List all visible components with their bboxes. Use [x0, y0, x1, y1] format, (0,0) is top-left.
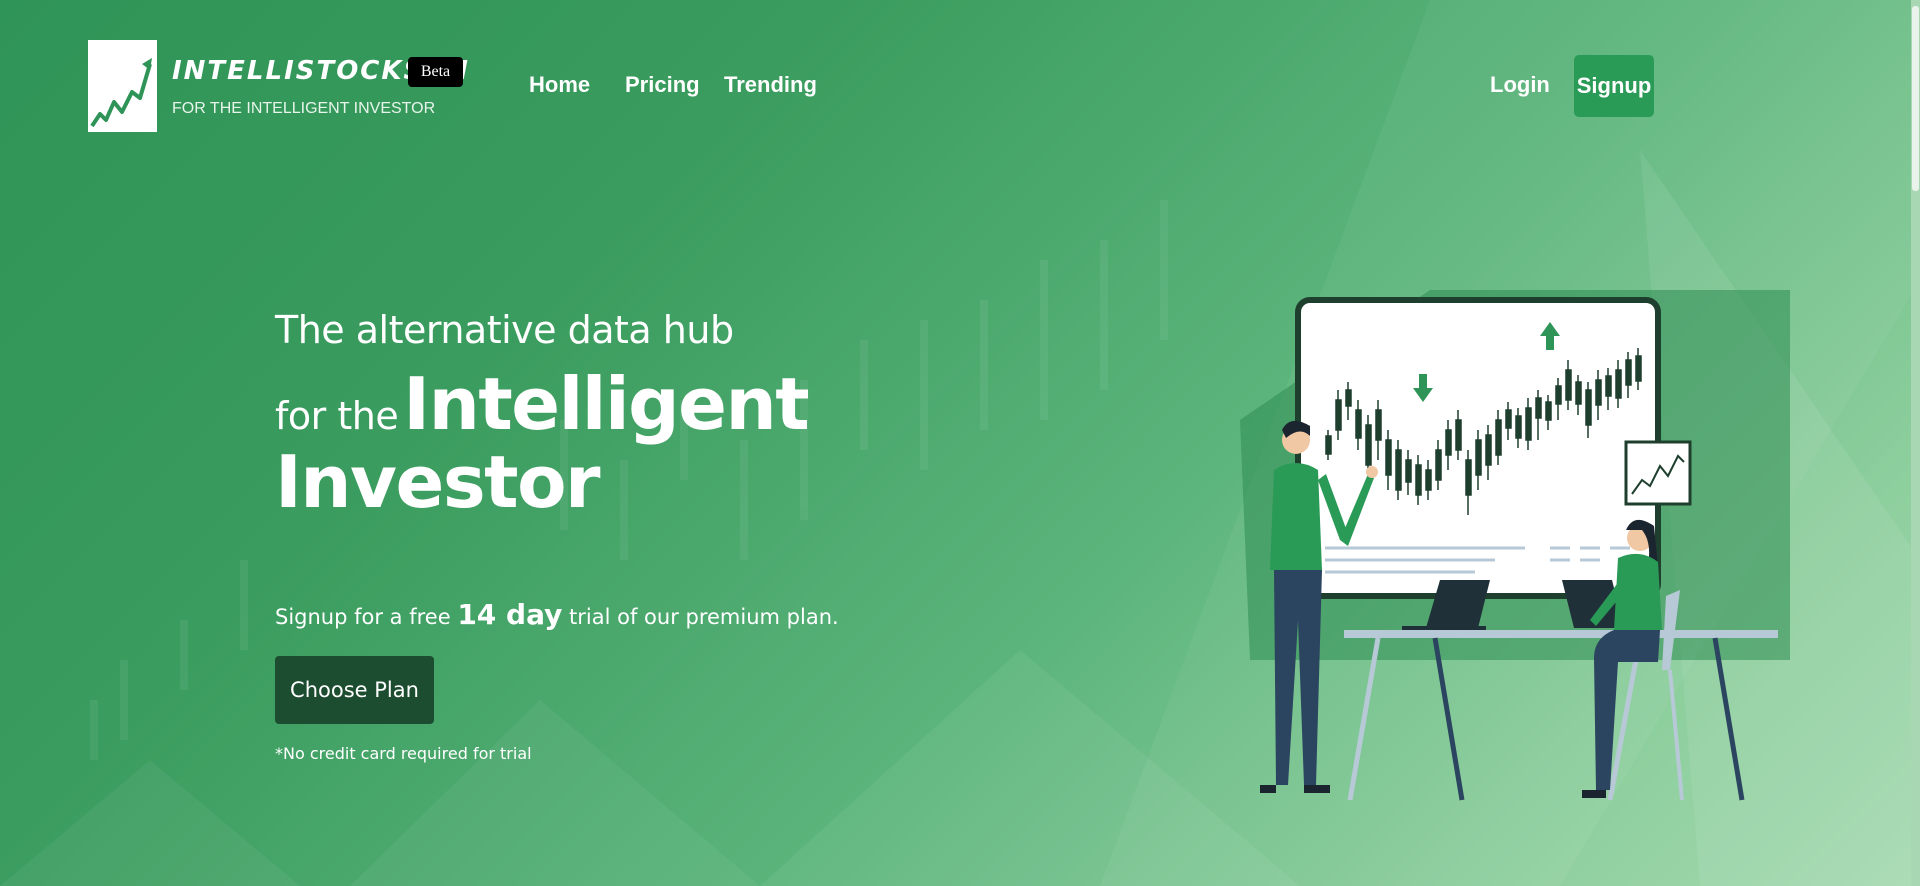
- nav-pricing[interactable]: Pricing: [625, 72, 700, 98]
- trial-prefix: Signup for a free: [275, 605, 451, 629]
- scrollbar-thumb[interactable]: [1912, 6, 1919, 191]
- choose-plan-button[interactable]: Choose Plan: [275, 656, 434, 724]
- nav-home[interactable]: Home: [529, 72, 590, 98]
- hero-heading-line2: for the Intelligent: [275, 362, 810, 446]
- trial-suffix: trial of our premium plan.: [569, 605, 839, 629]
- beta-badge: Beta: [408, 57, 463, 87]
- desk-top: [1344, 630, 1778, 638]
- hero-heading-line1: The alternative data hub: [275, 308, 734, 352]
- trial-note: *No credit card required for trial: [275, 744, 532, 763]
- hero-heading-highlight: Intelligent: [403, 362, 809, 446]
- brand-tagline: FOR THE INTELLIGENT INVESTOR: [172, 100, 436, 117]
- mini-chart-frame: [1624, 440, 1692, 506]
- signup-button[interactable]: Signup: [1574, 55, 1654, 117]
- login-link[interactable]: Login: [1490, 72, 1550, 98]
- logo[interactable]: [88, 40, 157, 132]
- nav-trending[interactable]: Trending: [724, 72, 817, 98]
- hero-heading-prefix: for the: [275, 394, 399, 438]
- trial-duration: 14 day: [457, 598, 563, 631]
- trending-up-icon: [90, 58, 152, 128]
- hero-illustration: [1240, 290, 1790, 801]
- trial-text: Signup for a free 14 day trial of our pr…: [275, 598, 839, 631]
- hero-heading-line3: Investor: [275, 440, 601, 524]
